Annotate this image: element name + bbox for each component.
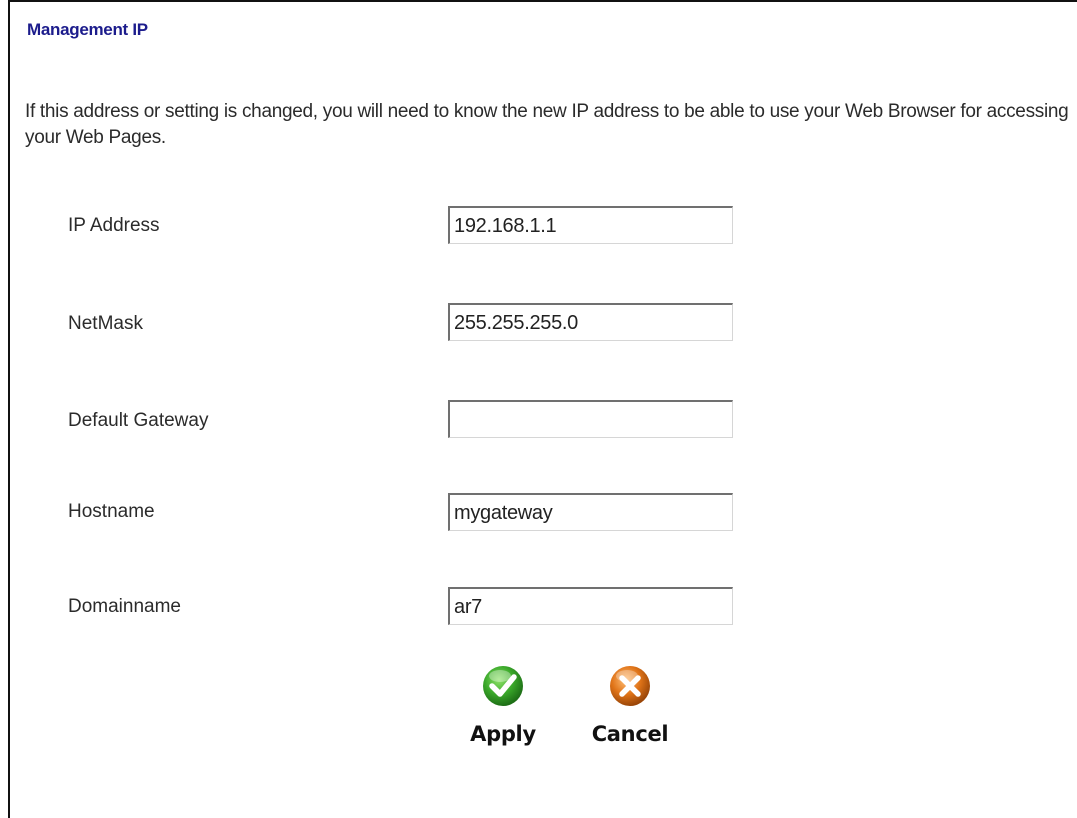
ip-address-input[interactable] xyxy=(448,206,733,244)
domainname-input[interactable] xyxy=(448,587,733,625)
hostname-input[interactable] xyxy=(448,493,733,531)
x-icon xyxy=(608,664,652,708)
cancel-button[interactable]: Cancel xyxy=(580,664,680,746)
default-gateway-label: Default Gateway xyxy=(68,410,209,431)
domainname-label: Domainname xyxy=(68,596,181,617)
ip-address-label: IP Address xyxy=(68,215,160,236)
page-title: Management IP xyxy=(27,20,148,39)
apply-label: Apply xyxy=(470,722,536,746)
cancel-label: Cancel xyxy=(591,722,669,746)
hostname-label: Hostname xyxy=(68,501,155,522)
intro-text: If this address or setting is changed, y… xyxy=(25,101,1069,148)
apply-button[interactable]: Apply xyxy=(458,664,548,746)
default-gateway-input[interactable] xyxy=(448,400,733,438)
netmask-input[interactable] xyxy=(448,303,733,341)
netmask-label: NetMask xyxy=(68,313,143,334)
checkmark-icon xyxy=(481,664,525,708)
